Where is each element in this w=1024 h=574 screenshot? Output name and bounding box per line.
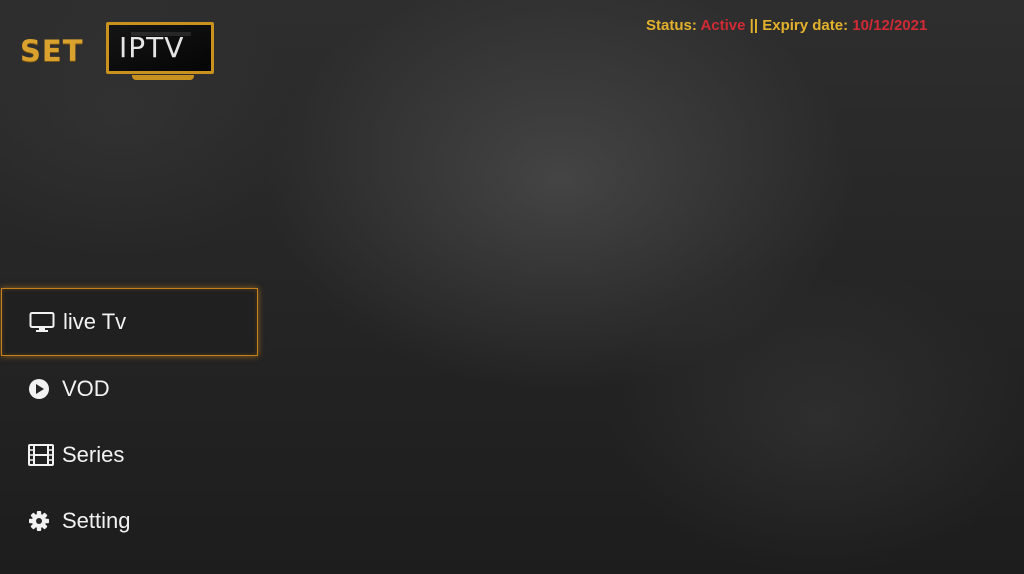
tv-icon <box>29 311 55 333</box>
logo-text-set: SET <box>20 34 84 68</box>
menu-item-label: live Tv <box>63 309 127 334</box>
main-menu: live Tv VOD Series Setting <box>0 288 260 554</box>
logo-tv-stand <box>132 75 194 80</box>
gear-icon <box>28 510 54 532</box>
menu-item-series[interactable]: Series <box>0 422 260 488</box>
status-separator: || <box>745 17 763 34</box>
menu-item-setting[interactable]: Setting <box>0 488 260 554</box>
logo-tv-frame: IPTV <box>106 22 214 74</box>
menu-item-label: Setting <box>62 508 131 533</box>
play-circle-icon <box>28 378 54 400</box>
logo-text-iptv: IPTV <box>119 31 185 64</box>
menu-item-vod[interactable]: VOD <box>0 356 260 422</box>
app-screen: SET IPTV Status: Active || Expiry date: … <box>0 0 1024 574</box>
status-label: Status: <box>646 17 701 34</box>
subscription-status: Status: Active || Expiry date: 10/12/202… <box>646 17 927 34</box>
expiry-value: 10/12/2021 <box>852 17 928 34</box>
app-logo: SET IPTV <box>20 22 220 84</box>
film-icon <box>28 444 54 466</box>
status-value: Active <box>700 17 746 34</box>
menu-item-label: Series <box>62 442 125 467</box>
expiry-label: Expiry date: <box>762 17 853 34</box>
menu-item-live-tv[interactable]: live Tv <box>1 288 258 356</box>
menu-item-label: VOD <box>62 376 110 401</box>
